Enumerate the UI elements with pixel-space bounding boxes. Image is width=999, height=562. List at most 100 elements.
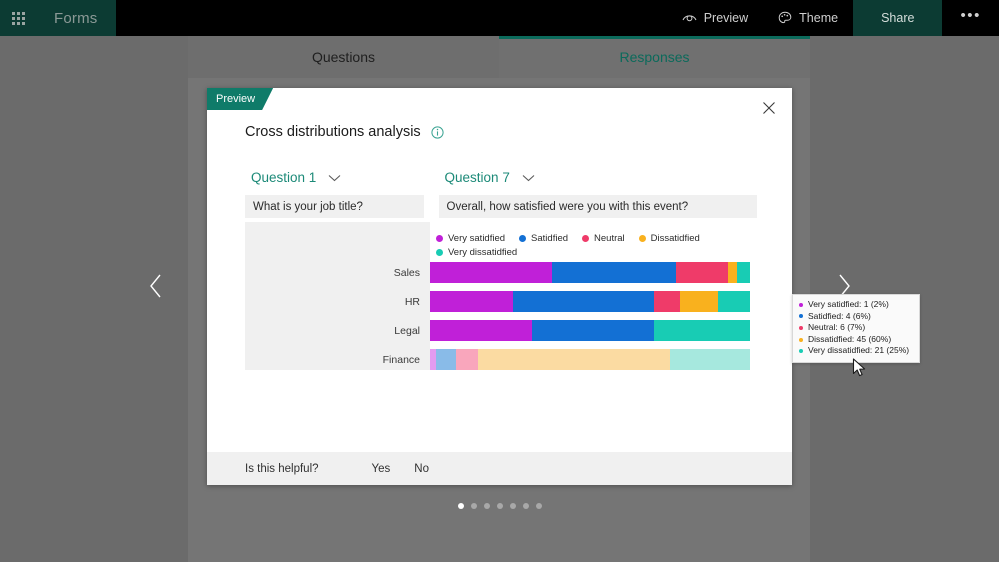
carousel-dot[interactable] bbox=[483, 503, 490, 509]
bar-segment[interactable] bbox=[430, 320, 533, 341]
legend-swatch-icon bbox=[436, 249, 443, 256]
theme-button[interactable]: Theme bbox=[763, 0, 853, 36]
bar-segment[interactable] bbox=[513, 291, 654, 312]
legend-label: Neutral bbox=[594, 233, 625, 244]
bar-segment[interactable] bbox=[679, 291, 718, 312]
helpful-question-label: Is this helpful? bbox=[245, 462, 319, 475]
legend-label: Satidfied bbox=[531, 233, 569, 244]
bar-segment[interactable] bbox=[669, 349, 750, 370]
legend-item[interactable]: Very satidfied bbox=[436, 233, 505, 244]
table-row[interactable] bbox=[430, 345, 757, 374]
question-1-dropdown[interactable]: Question 1 bbox=[245, 168, 424, 185]
tooltip-line: Very dissatidfied: 21 (25%) bbox=[799, 345, 913, 357]
tooltip-line: Neutral: 6 (7%) bbox=[799, 322, 913, 334]
carousel-dot[interactable] bbox=[509, 503, 516, 509]
bar-segment[interactable] bbox=[455, 349, 478, 370]
tooltip-swatch-icon bbox=[799, 325, 803, 330]
table-row[interactable] bbox=[430, 287, 757, 316]
tooltip-swatch-icon bbox=[799, 337, 803, 342]
table-row[interactable] bbox=[430, 316, 757, 345]
legend-item[interactable]: Satidfied bbox=[519, 233, 568, 244]
legend-label: Very satidfied bbox=[448, 233, 506, 244]
page-title: Cross distributions analysis bbox=[245, 124, 421, 140]
helpful-yes-button[interactable]: Yes bbox=[372, 463, 391, 475]
bar-segment[interactable] bbox=[653, 291, 680, 312]
close-button[interactable] bbox=[758, 97, 780, 119]
tooltip-line: Very satidfied: 1 (2%) bbox=[799, 299, 913, 311]
question-1-label: Question 1 bbox=[251, 170, 317, 185]
table-row[interactable] bbox=[430, 258, 757, 287]
legend-item[interactable]: Neutral bbox=[582, 233, 625, 244]
category-label: Sales bbox=[393, 266, 420, 279]
close-icon bbox=[763, 102, 775, 114]
chart-category-axis: Sales HR Legal Finance bbox=[245, 222, 430, 370]
dialog-footer: Is this helpful? Yes No bbox=[207, 452, 792, 485]
bar-segment[interactable] bbox=[653, 320, 750, 341]
chevron-down-icon bbox=[522, 174, 535, 181]
carousel-dot[interactable] bbox=[457, 503, 464, 509]
carousel-prev-button[interactable] bbox=[138, 268, 174, 304]
stacked-bar bbox=[430, 262, 750, 283]
tab-responses[interactable]: Responses bbox=[499, 36, 810, 78]
palette-icon bbox=[778, 11, 792, 24]
bar-segment[interactable] bbox=[430, 291, 514, 312]
carousel-dot[interactable] bbox=[496, 503, 503, 509]
app-launcher-button[interactable] bbox=[0, 0, 36, 36]
cross-distribution-chart: Sales HR Legal Finance Very satidfied Satidf… bbox=[245, 222, 757, 370]
app-name[interactable]: Forms bbox=[36, 0, 116, 36]
bar-segment[interactable] bbox=[676, 262, 728, 283]
share-button[interactable]: Share bbox=[853, 0, 943, 36]
tooltip-text: Satidfied: 4 (6%) bbox=[808, 310, 871, 321]
legend-item[interactable]: Dissatidfied bbox=[638, 233, 700, 244]
theme-label: Theme bbox=[799, 11, 839, 25]
question-7-dropdown[interactable]: Question 7 bbox=[439, 168, 757, 185]
tooltip-text: Very dissatidfied: 21 (25%) bbox=[808, 345, 910, 356]
tab-questions[interactable]: Questions bbox=[188, 36, 499, 78]
bar-segment[interactable] bbox=[727, 262, 738, 283]
info-icon[interactable] bbox=[431, 125, 444, 139]
tooltip-swatch-icon bbox=[799, 302, 803, 307]
helpful-no-button[interactable]: No bbox=[414, 463, 429, 475]
more-options-button[interactable]: ••• bbox=[942, 0, 999, 36]
legend-item[interactable]: Very dissatidfied bbox=[436, 247, 517, 258]
bar-segment[interactable] bbox=[436, 349, 456, 370]
dialog-title-row: Cross distributions analysis bbox=[245, 124, 444, 140]
legend-swatch-icon bbox=[582, 235, 590, 242]
preview-button[interactable]: Preview bbox=[667, 0, 763, 36]
bar-segment[interactable] bbox=[430, 262, 552, 283]
carousel-dot[interactable] bbox=[535, 503, 542, 509]
preview-ribbon: Preview bbox=[207, 88, 273, 110]
bar-segment[interactable] bbox=[532, 320, 654, 341]
chevron-left-icon bbox=[150, 274, 161, 298]
category-label: HR bbox=[404, 295, 420, 308]
stacked-bar bbox=[430, 349, 750, 370]
question-selectors: Question 1 What is your job title? Quest… bbox=[245, 168, 757, 218]
category-label: Finance bbox=[382, 353, 420, 366]
carousel-dot[interactable] bbox=[522, 503, 529, 509]
legend-label: Very dissatidfied bbox=[448, 247, 518, 258]
app-launcher-icon bbox=[11, 11, 25, 25]
category-label-list: Sales HR Legal Finance bbox=[245, 258, 420, 374]
tooltip-swatch-icon bbox=[799, 314, 803, 319]
cross-distributions-dialog: Preview Cross distributions analysis Que… bbox=[207, 88, 920, 485]
carousel-dot[interactable] bbox=[470, 503, 477, 509]
tab-bar: Questions Responses bbox=[188, 36, 810, 78]
bar-segment[interactable] bbox=[737, 262, 750, 283]
chart-plot-area: Very satidfied Satidfied Neutral Dissatidfi… bbox=[430, 222, 757, 370]
question-column-right: Question 7 Overall, how satisfied were y… bbox=[438, 168, 757, 218]
question-selector-row: Question 1 What is your job title? Quest… bbox=[245, 168, 757, 218]
bar-segment[interactable] bbox=[477, 349, 670, 370]
tooltip-text: Neutral: 6 (7%) bbox=[808, 322, 866, 333]
chevron-down-icon bbox=[328, 174, 341, 181]
question-7-label: Question 7 bbox=[444, 170, 510, 185]
question-7-value: Overall, how satisfied were you with thi… bbox=[438, 195, 757, 218]
legend-swatch-icon bbox=[436, 235, 443, 242]
bar-segment[interactable] bbox=[551, 262, 677, 283]
bar-segment[interactable] bbox=[717, 291, 750, 312]
eye-icon bbox=[682, 15, 697, 22]
stacked-bar bbox=[430, 320, 750, 341]
legend-swatch-icon bbox=[519, 235, 527, 242]
legend-swatch-icon bbox=[638, 235, 646, 242]
mouse-cursor-icon bbox=[852, 358, 866, 377]
